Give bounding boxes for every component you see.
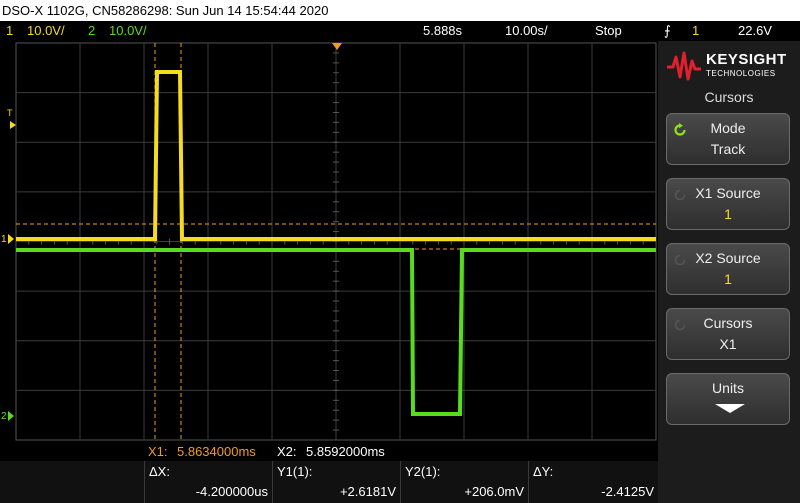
trigger-level[interactable]: 22.6V [738,21,772,41]
softkey-mode[interactable]: Mode Track [666,113,790,165]
softkey-x2-source-value: 1 [724,271,732,287]
softkey-x2-source-label: X2 Source [695,250,761,266]
y1-label: Y1(1): [277,464,313,479]
run-state[interactable]: Stop [595,21,622,41]
y2-value: +206.0mV [464,484,524,499]
cursor-readout: X1: 5.8634000ms X2: 5.8592000ms [0,442,658,461]
softkey-x1-source-value: 1 [724,206,732,222]
time-scale[interactable]: 10.00s/ [505,21,548,41]
trigger-level-marker: T [7,108,13,118]
softkey-sidebar: KEYSIGHT TECHNOLOGIES Cursors Mode Track… [658,41,800,503]
status-bar: 1 10.0V/ 2 10.0V/ 5.888s 10.00s/ Stop ⨍ … [0,21,800,41]
submenu-down-arrow-icon [715,404,745,413]
ch1-ground-marker: 1 [1,234,7,245]
delta-y-cell: ΔY: -2.4125V [528,461,658,503]
ch2-number[interactable]: 2 [88,21,95,41]
waveform-display[interactable]: T 1 2 [0,41,658,442]
brand-name: KEYSIGHT [706,51,787,68]
y2-cell: Y2(1): +206.0mV [400,461,528,503]
keysight-logo: KEYSIGHT TECHNOLOGIES [666,47,794,87]
softkey-cursors-label: Cursors [703,315,753,331]
ch1-number[interactable]: 1 [6,21,13,41]
x1-label: X1: [148,444,168,459]
keysight-wave-icon [667,51,701,81]
y2-label: Y2(1): [405,464,441,479]
x1-value: 5.8634000ms [177,444,256,459]
window-title: DSO-X 1102G, CN58286298: Sun Jun 14 15:5… [0,0,800,21]
ch2-scale[interactable]: 10.0V/ [109,21,147,41]
softkey-cursors[interactable]: Cursors X1 [666,308,790,360]
softkey-units[interactable]: Units [666,373,790,425]
delta-x-label: ΔX: [149,464,170,479]
y1-cell: Y1(1): +2.6181V [272,461,400,503]
brand-sub: TECHNOLOGIES [706,69,776,78]
time-delay[interactable]: 5.888s [423,21,462,41]
softkey-x1-source[interactable]: X1 Source 1 [666,178,790,230]
delta-x-cell: ΔX: -4.200000us [144,461,272,503]
softkey-units-label: Units [712,380,744,396]
delta-y-value: -2.4125V [601,484,654,499]
softkey-mode-value: Track [710,141,746,157]
x2-value: 5.8592000ms [306,444,385,459]
menu-title: Cursors [704,89,754,105]
x2-label: X2: [277,444,297,459]
ch1-scale[interactable]: 10.0V/ [27,21,65,41]
delta-x-value: -4.200000us [195,484,268,499]
waveform-graticule: T 1 2 [1,42,657,441]
measurement-bar: ΔX: -4.200000us Y1(1): +2.6181V Y2(1): +… [0,461,658,503]
softkey-x1-source-label: X1 Source [695,185,761,201]
trigger-position-marker [332,43,342,50]
ch2-ground-marker: 2 [1,411,7,422]
softkey-cursors-value: X1 [719,336,737,352]
y1-value: +2.6181V [339,484,396,499]
softkey-x2-source[interactable]: X2 Source 1 [666,243,790,295]
trigger-source[interactable]: 1 [692,21,699,41]
delta-y-label: ΔY: [533,464,554,479]
softkey-mode-label: Mode [710,120,746,136]
trigger-slope-icon: ⨍ [664,23,671,38]
